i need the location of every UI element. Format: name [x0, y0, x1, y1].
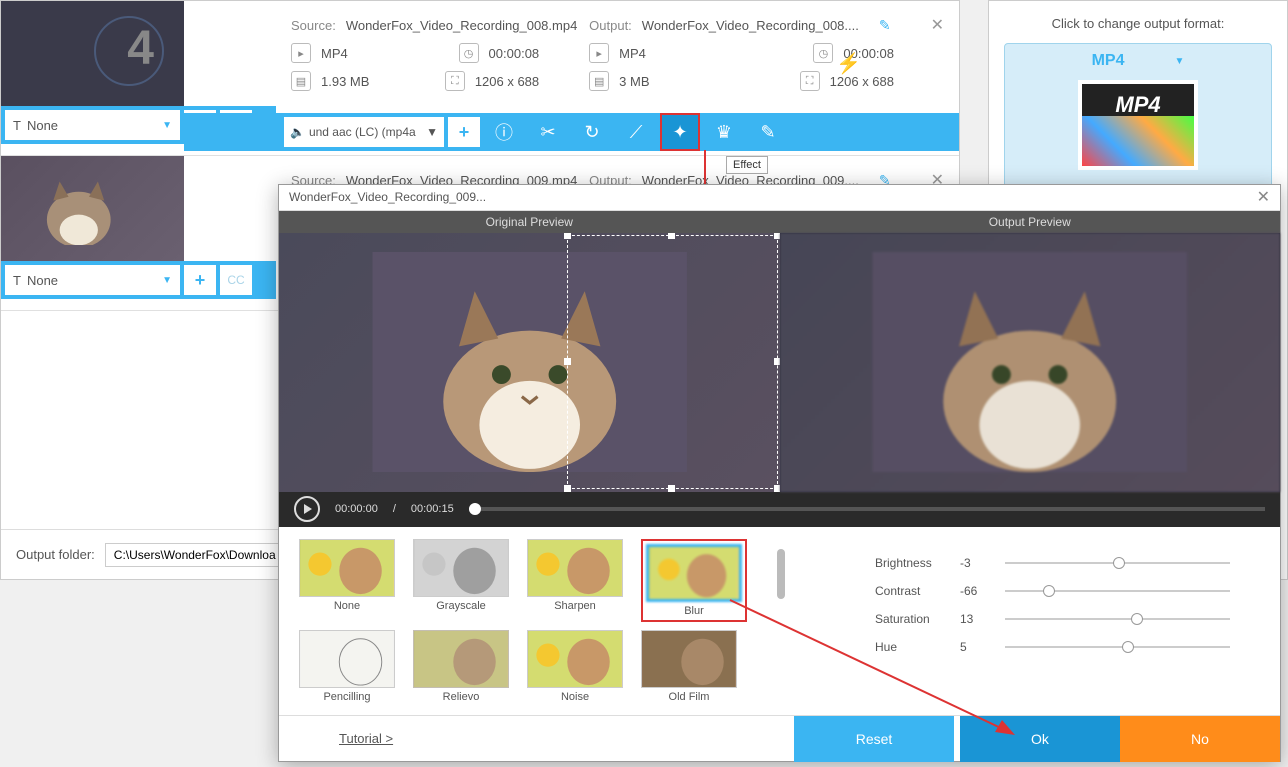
scrollbar[interactable] [777, 549, 785, 599]
play-button[interactable] [294, 496, 320, 522]
playback-controls: 00:00:00 / 00:00:15 [279, 492, 1280, 527]
source-filename: WonderFox_Video_Recording_008.mp4 [346, 18, 578, 33]
edit-button[interactable]: ✎ [748, 113, 788, 151]
effect-oldfilm[interactable]: Old Film [641, 630, 737, 703]
effect-grayscale[interactable]: Grayscale [413, 539, 509, 622]
cat-thumbnail-image [1, 156, 157, 245]
output-folder-label: Output folder: [16, 547, 95, 562]
clock-icon: ◷ [813, 43, 833, 63]
effect-blur-highlight: Blur [641, 539, 747, 622]
tutorial-link[interactable]: Tutorial > [279, 731, 794, 746]
video-thumbnail[interactable]: 4 [1, 1, 184, 106]
cut-button[interactable]: ✂ [528, 113, 568, 151]
crop-button[interactable]: ⟋ [616, 113, 656, 151]
bolt-icon: ⚡ [836, 51, 861, 76]
original-preview-header: Original Preview [279, 211, 780, 233]
no-button[interactable]: No [1120, 716, 1280, 762]
dialog-footer: Tutorial > Reset Ok No [279, 715, 1280, 761]
rotate-button[interactable]: ↻ [572, 113, 612, 151]
effect-pencilling[interactable]: Pencilling [299, 630, 395, 703]
format-preview-image: MP4 [1078, 80, 1198, 170]
saturation-slider-row: Saturation13 [875, 605, 1230, 633]
ok-button[interactable]: Ok [960, 716, 1120, 762]
effect-button[interactable]: ✦ [660, 113, 700, 151]
hue-slider[interactable] [1005, 646, 1230, 648]
text-icon: T [13, 273, 21, 288]
format-icon: ▸ [291, 43, 311, 63]
timeline-slider[interactable] [469, 507, 1265, 511]
effect-dialog: WonderFox_Video_Recording_009... ✕ Origi… [278, 184, 1281, 762]
watermark-button[interactable]: ♛ [704, 113, 744, 151]
resolution-icon: ⛶ [800, 71, 820, 91]
filesize-icon: ▤ [291, 71, 311, 91]
video-track-select[interactable]: TNone ▼ [5, 110, 180, 140]
effect-blur[interactable]: Blur [646, 544, 742, 617]
chevron-down-icon: ▼ [1175, 56, 1185, 67]
effect-none[interactable]: None [299, 539, 395, 622]
text-icon: T [13, 118, 21, 133]
source-label: Source: [291, 18, 336, 33]
output-filename: WonderFox_Video_Recording_008.... [642, 18, 859, 33]
effects-grid: None Grayscale Sharpen Blur Pencilling R… [299, 539, 747, 703]
chevron-down-icon: ▼ [162, 120, 172, 131]
format-icon: ▸ [589, 43, 609, 63]
clock-icon: ◷ [459, 43, 479, 63]
original-preview-pane[interactable] [279, 233, 780, 492]
effect-sharpen[interactable]: Sharpen [527, 539, 623, 622]
speaker-icon: 🔈 [290, 125, 305, 139]
hue-slider-row: Hue5 [875, 633, 1230, 661]
chevron-down-icon: ▼ [162, 275, 172, 286]
selection-box[interactable] [567, 235, 777, 489]
chevron-down-icon: ▼ [426, 125, 438, 139]
format-selector[interactable]: MP4▼ MP4 [1004, 43, 1272, 189]
output-label: Output: [589, 18, 632, 33]
add-audio-button[interactable]: + [448, 117, 480, 147]
effect-relievo[interactable]: Relievo [413, 630, 509, 703]
video-track-select[interactable]: TNone ▼ [5, 265, 180, 295]
close-icon[interactable]: ✕ [1257, 187, 1270, 207]
brightness-slider-row: Brightness-3 [875, 549, 1230, 577]
video-thumbnail[interactable] [1, 156, 184, 261]
effect-noise[interactable]: Noise [527, 630, 623, 703]
adjustment-sliders: Brightness-3 Contrast-66 Saturation13 Hu… [815, 539, 1260, 703]
edit-icon[interactable]: ✎ [879, 17, 891, 34]
saturation-slider[interactable] [1005, 618, 1230, 620]
output-preview-header: Output Preview [780, 211, 1281, 233]
dialog-titlebar: WonderFox_Video_Recording_009... ✕ [279, 185, 1280, 211]
preview-image [817, 252, 1242, 472]
audio-track-select[interactable]: 🔈und aac (LC) (mp4a ▼ [284, 117, 444, 147]
contrast-slider-row: Contrast-66 [875, 577, 1230, 605]
reset-button[interactable]: Reset [794, 716, 954, 762]
item-toolbar-left: TNone ▼ + CC [1, 261, 276, 299]
filesize-icon: ▤ [589, 71, 609, 91]
dialog-title: WonderFox_Video_Recording_009... [289, 190, 486, 204]
output-preview-pane [780, 233, 1281, 492]
resolution-icon: ⛶ [445, 71, 465, 91]
contrast-slider[interactable] [1005, 590, 1230, 592]
info-button[interactable]: ⓘ [484, 113, 524, 151]
time-current: 00:00:00 [335, 503, 378, 515]
format-panel-label: Click to change output format: [1004, 16, 1272, 31]
add-video-button[interactable]: + [184, 265, 216, 295]
subtitle-button[interactable]: CC [220, 265, 252, 295]
editing-toolbar: 🔈und aac (LC) (mp4a ▼ + ⓘ ✂ ↻ ⟋ ✦ ♛ ✎ [184, 113, 959, 151]
close-icon[interactable]: ✕ [931, 15, 944, 35]
time-total: 00:00:15 [411, 503, 454, 515]
brightness-slider[interactable] [1005, 562, 1230, 564]
